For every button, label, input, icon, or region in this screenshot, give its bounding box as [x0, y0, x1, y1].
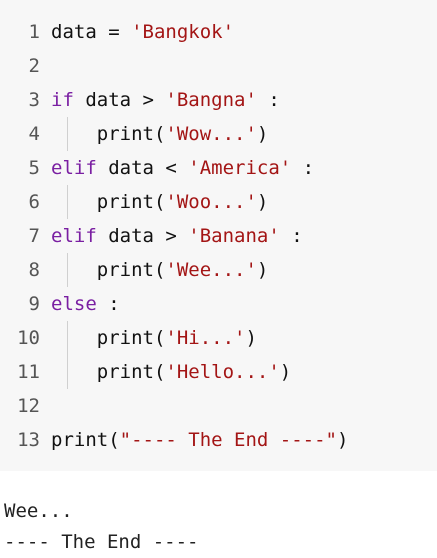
code-text: elif data > 'Banana' :: [51, 219, 303, 253]
code-line[interactable]: 7 elif data > 'Banana' :: [0, 219, 437, 253]
code-token: ): [256, 123, 269, 145]
code-token: :: [256, 89, 280, 111]
string-token: 'Bangkok': [131, 21, 235, 43]
string-token: 'Hello...': [165, 361, 280, 383]
code-token: ): [336, 429, 349, 451]
line-number: 4: [28, 123, 40, 145]
code-text: if data > 'Bangna' :: [51, 83, 280, 117]
keyword-token: elif: [51, 157, 97, 179]
code-token: :: [96, 293, 120, 315]
string-token: 'Banana': [188, 225, 280, 247]
code-token: ): [256, 259, 269, 281]
code-line[interactable]: 2: [0, 49, 437, 83]
string-token: 'Woo...': [165, 191, 257, 213]
code-token: print(: [51, 361, 166, 383]
string-token: 'Bangna': [165, 89, 257, 111]
code-text: print('Woo...'): [51, 185, 269, 219]
code-line[interactable]: 3 if data > 'Bangna' :: [0, 83, 437, 117]
code-line[interactable]: 1 data = 'Bangkok': [0, 15, 437, 49]
line-number: 11: [17, 361, 40, 383]
string-token: 'Hi...': [165, 327, 246, 349]
code-token: print(: [51, 191, 166, 213]
code-text: data = 'Bangkok': [51, 15, 234, 49]
code-token: print(: [51, 327, 166, 349]
line-number: 13: [17, 429, 40, 451]
code-line[interactable]: 5 elif data < 'America' :: [0, 151, 437, 185]
code-line[interactable]: 6 print('Woo...'): [0, 185, 437, 219]
code-token: ): [256, 191, 269, 213]
code-token: print(: [51, 429, 120, 451]
code-text: print('Wow...'): [51, 117, 269, 151]
code-line[interactable]: 8 print('Wee...'): [0, 253, 437, 287]
string-token: 'Wow...': [165, 123, 257, 145]
keyword-token: elif: [51, 225, 97, 247]
output-line: Wee...: [4, 500, 73, 522]
string-token: 'Wee...': [165, 259, 257, 281]
code-text: print("---- The End ----"): [51, 423, 348, 457]
code-token: data =: [51, 21, 132, 43]
code-line[interactable]: 11 print('Hello...'): [0, 355, 437, 389]
line-number: 3: [28, 89, 40, 111]
output-line: ---- The End ----: [4, 531, 199, 553]
output-panel: Wee... ---- The End ----: [0, 471, 437, 556]
code-text: else :: [51, 287, 120, 321]
code-line[interactable]: 9 else :: [0, 287, 437, 321]
line-number: 5: [28, 157, 40, 179]
string-token: "---- The End ----": [119, 429, 337, 451]
code-text: elif data < 'America' :: [51, 151, 314, 185]
code-text: print('Hello...'): [51, 355, 291, 389]
code-token: data >: [73, 89, 166, 111]
string-token: 'America': [188, 157, 292, 179]
line-number: 2: [28, 55, 40, 77]
line-number: 8: [28, 259, 40, 281]
code-line[interactable]: 10 print('Hi...'): [0, 321, 437, 355]
code-token: print(: [51, 123, 166, 145]
line-number: 12: [17, 395, 40, 417]
line-number: 7: [28, 225, 40, 247]
code-line[interactable]: 13 print("---- The End ----"): [0, 423, 437, 457]
code-token: print(: [51, 259, 166, 281]
code-line[interactable]: 12: [0, 389, 437, 423]
line-number: 1: [28, 21, 40, 43]
keyword-token: if: [51, 89, 74, 111]
code-editor[interactable]: 1 data = 'Bangkok' 2 3 if data > 'Bangna' :4…: [0, 0, 437, 471]
code-text: print('Hi...'): [51, 321, 257, 355]
code-text: print('Wee...'): [51, 253, 269, 287]
code-token: ): [279, 361, 292, 383]
code-token: data >: [96, 225, 189, 247]
keyword-token: else: [51, 293, 97, 315]
code-token: data <: [96, 157, 189, 179]
line-number: 9: [28, 293, 40, 315]
line-number: 6: [28, 191, 40, 213]
code-token: :: [279, 225, 303, 247]
line-number: 10: [17, 327, 40, 349]
code-line[interactable]: 4 print('Wow...'): [0, 117, 437, 151]
code-token: ): [245, 327, 257, 349]
code-token: :: [291, 157, 315, 179]
